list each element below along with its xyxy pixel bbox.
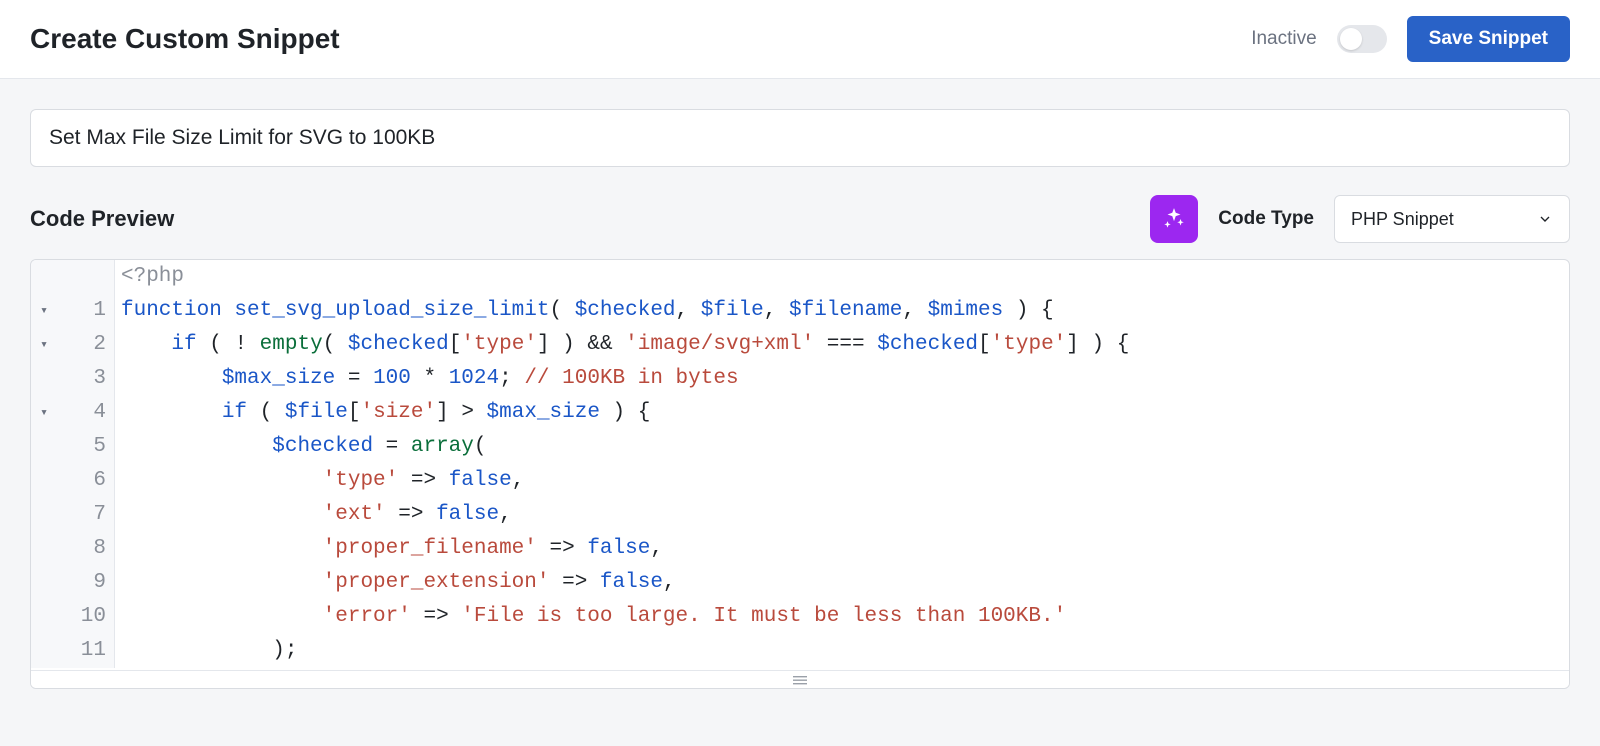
gutter: 9: [31, 566, 115, 600]
section-title: Code Preview: [30, 206, 174, 232]
code-line[interactable]: <?php: [31, 260, 1569, 294]
code-line[interactable]: ▾1function set_svg_upload_size_limit( $c…: [31, 294, 1569, 328]
editor-resize-handle[interactable]: [31, 670, 1569, 688]
gutter: [31, 260, 115, 294]
code-content[interactable]: $max_size = 100 * 1024; // 100KB in byte…: [115, 362, 739, 396]
code-content[interactable]: 'proper_filename' => false,: [115, 532, 663, 566]
section-controls: Code Type PHP Snippet: [1150, 195, 1570, 243]
snippet-title-input[interactable]: [30, 109, 1570, 167]
save-button[interactable]: Save Snippet: [1407, 16, 1570, 62]
code-content[interactable]: if ( ! empty( $checked['type'] ) && 'ima…: [115, 328, 1129, 362]
code-line[interactable]: 5 $checked = array(: [31, 430, 1569, 464]
code-type-select[interactable]: PHP Snippet: [1334, 195, 1570, 243]
gutter: ▾4: [31, 396, 115, 430]
sparkle-icon: [1161, 206, 1187, 232]
status-label: Inactive: [1251, 28, 1316, 50]
gutter: 10: [31, 600, 115, 634]
page-header: Create Custom Snippet Inactive Save Snip…: [0, 0, 1600, 79]
code-content[interactable]: function set_svg_upload_size_limit( $che…: [115, 294, 1054, 328]
gutter: 7: [31, 498, 115, 532]
code-line[interactable]: 9 'proper_extension' => false,: [31, 566, 1569, 600]
code-content[interactable]: 'ext' => false,: [115, 498, 512, 532]
code-content[interactable]: <?php: [115, 260, 184, 294]
code-line[interactable]: 11 );: [31, 634, 1569, 668]
code-line[interactable]: ▾4 if ( $file['size'] > $max_size ) {: [31, 396, 1569, 430]
code-content[interactable]: $checked = array(: [115, 430, 487, 464]
body: Code Preview Code Type PHP Snippet <?php…: [0, 79, 1600, 719]
code-line[interactable]: ▾2 if ( ! empty( $checked['type'] ) && '…: [31, 328, 1569, 362]
code-editor[interactable]: <?php▾1function set_svg_upload_size_limi…: [30, 259, 1570, 689]
chevron-down-icon: [1537, 211, 1553, 227]
gutter: 6: [31, 464, 115, 498]
section-row: Code Preview Code Type PHP Snippet: [30, 195, 1570, 243]
gutter: ▾2: [31, 328, 115, 362]
drag-handle-icon: [793, 675, 807, 685]
code-line[interactable]: 7 'ext' => false,: [31, 498, 1569, 532]
ai-generate-button[interactable]: [1150, 195, 1198, 243]
gutter: 8: [31, 532, 115, 566]
gutter: 5: [31, 430, 115, 464]
page-title: Create Custom Snippet: [30, 23, 340, 55]
gutter: 3: [31, 362, 115, 396]
code-line[interactable]: 10 'error' => 'File is too large. It mus…: [31, 600, 1569, 634]
toggle-knob: [1340, 28, 1362, 50]
active-toggle[interactable]: [1337, 25, 1387, 53]
code-editor-viewport[interactable]: <?php▾1function set_svg_upload_size_limi…: [31, 260, 1569, 670]
code-type-label: Code Type: [1218, 208, 1314, 230]
code-line[interactable]: 6 'type' => false,: [31, 464, 1569, 498]
code-line[interactable]: 8 'proper_filename' => false,: [31, 532, 1569, 566]
code-line[interactable]: 3 $max_size = 100 * 1024; // 100KB in by…: [31, 362, 1569, 396]
code-content[interactable]: if ( $file['size'] > $max_size ) {: [115, 396, 650, 430]
gutter: ▾1: [31, 294, 115, 328]
gutter: 11: [31, 634, 115, 668]
header-actions: Inactive Save Snippet: [1251, 16, 1570, 62]
code-type-value: PHP Snippet: [1351, 209, 1454, 230]
code-content[interactable]: 'error' => 'File is too large. It must b…: [115, 600, 1066, 634]
code-content[interactable]: 'type' => false,: [115, 464, 524, 498]
code-content[interactable]: 'proper_extension' => false,: [115, 566, 676, 600]
code-content[interactable]: );: [115, 634, 297, 668]
